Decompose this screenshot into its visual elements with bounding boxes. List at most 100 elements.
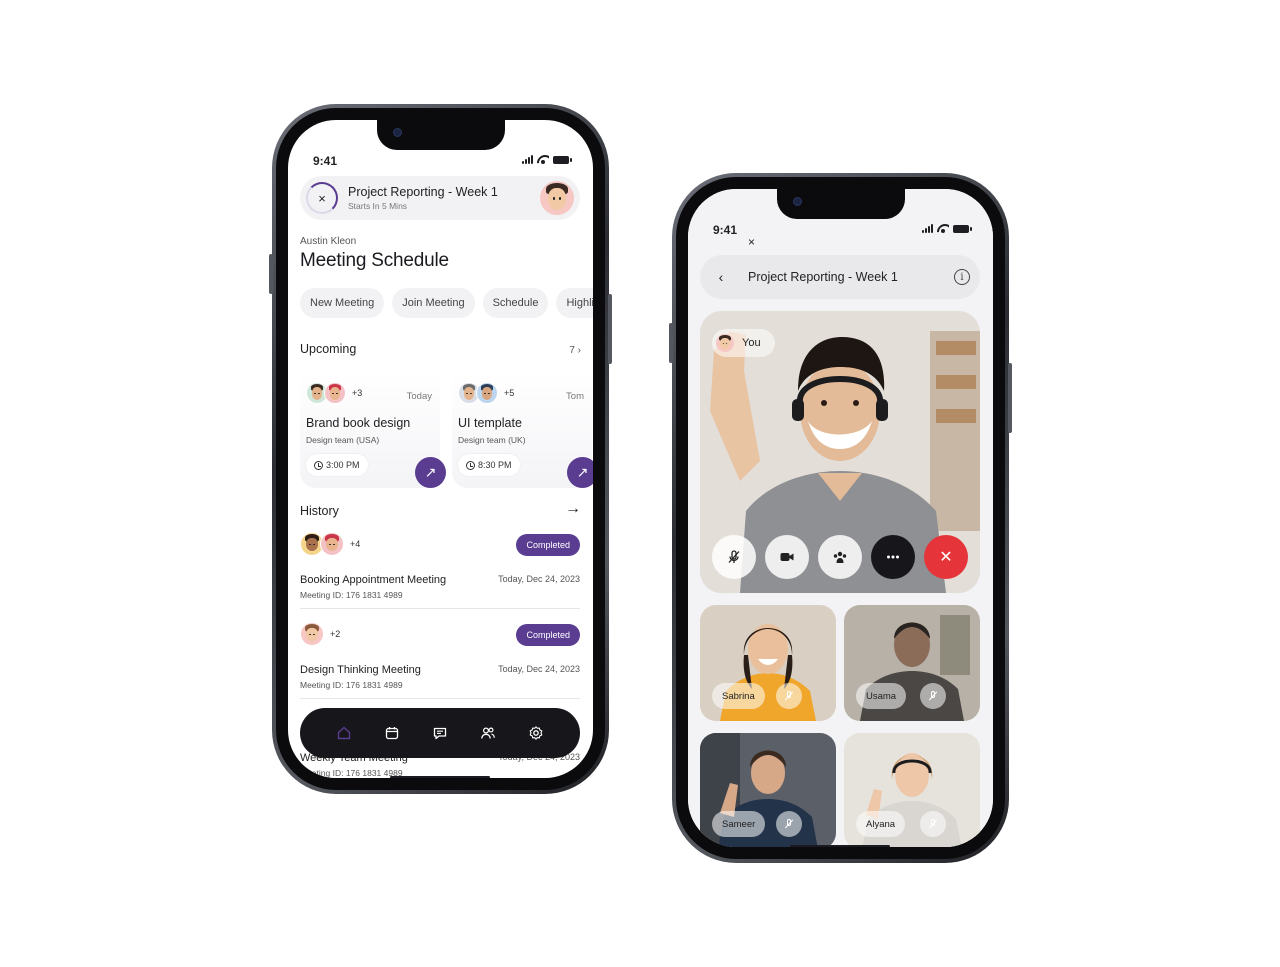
mic-off-icon <box>920 683 946 709</box>
participant-name: Sabrina <box>712 683 765 709</box>
schedule-screen: 9:41 × Project Reporting - Week 1 Starts… <box>288 120 593 778</box>
extra-participants: +2 <box>330 629 341 639</box>
participant-avatar <box>324 382 346 404</box>
meeting-card[interactable]: +3 Today Brand book design Design team (… <box>300 370 446 488</box>
participant-name: Alyana <box>856 811 906 837</box>
call-controls: ✕ <box>712 535 968 579</box>
participant-avatar <box>300 622 324 646</box>
join-meeting-chip[interactable]: Join Meeting <box>392 288 475 318</box>
participant-name: Sameer <box>712 811 766 837</box>
settings-icon[interactable] <box>526 723 546 743</box>
back-icon[interactable]: ‹ <box>710 266 732 288</box>
meeting-title: Brand book design <box>306 416 411 430</box>
extra-participants: +3 <box>352 388 363 398</box>
upcoming-title: Upcoming <box>300 342 357 356</box>
status-time: 9:41 <box>313 154 338 168</box>
status-time: 9:41 <box>713 223 738 237</box>
page-title: Meeting Schedule <box>300 250 449 271</box>
participant-avatar <box>320 532 344 556</box>
info-icon[interactable]: i <box>954 269 970 285</box>
power-button <box>1008 363 1012 433</box>
volume-button <box>669 323 673 363</box>
meeting-time-text: 3:00 PM <box>326 460 360 470</box>
call-title: Project Reporting - Week 1 <box>748 270 898 284</box>
close-icon[interactable]: × <box>306 182 338 214</box>
meeting-card[interactable]: +5 Tom UI template Design team (UK) 8:30… <box>452 370 593 488</box>
meeting-time-text: 8:30 PM <box>478 460 512 470</box>
history-item[interactable]: +2 Completed Design Thinking Meeting Tod… <box>300 622 580 692</box>
wifi-icon <box>537 155 549 164</box>
participant-tile[interactable]: Sameer <box>700 733 836 847</box>
participant-name: Usama <box>856 683 907 709</box>
mic-off-icon <box>776 683 802 709</box>
schedule-chip[interactable]: Schedule <box>482 288 549 318</box>
open-arrow-icon[interactable]: ↗ <box>567 457 593 488</box>
extra-participants: +4 <box>350 539 361 549</box>
participant-tile[interactable]: Alyana <box>844 733 980 847</box>
meeting-day: Tom <box>566 391 584 402</box>
more-options-button[interactable] <box>871 535 915 579</box>
divider <box>300 608 580 609</box>
history-arrow-icon[interactable]: → <box>565 500 581 518</box>
self-name: You <box>742 337 761 349</box>
meeting-day: Today <box>406 391 432 402</box>
camera-button[interactable] <box>765 535 809 579</box>
host-avatar[interactable] <box>540 181 574 215</box>
mute-mic-button[interactable] <box>712 535 756 579</box>
mic-off-icon <box>920 811 946 837</box>
clock-icon <box>314 460 323 470</box>
status-badge: Completed <box>516 534 580 556</box>
chat-icon[interactable] <box>430 723 450 743</box>
history-date: Today, Dec 24, 2023 <box>498 574 580 584</box>
calendar-icon[interactable] <box>382 723 402 743</box>
status-badge: Completed <box>516 624 580 646</box>
call-header: ‹ Project Reporting - Week 1 i <box>700 255 980 299</box>
banner-subtitle: Starts In 5 Mins <box>348 201 408 211</box>
new-meeting-chip[interactable]: New Meeting <box>300 288 385 318</box>
upcoming-count[interactable]: 7 › <box>569 345 581 356</box>
participants-icon <box>833 551 847 563</box>
mic-off-icon <box>776 811 802 837</box>
self-avatar <box>716 334 734 352</box>
history-date: Today, Dec 24, 2023 <box>498 664 580 674</box>
phone-bezel: 9:41 × Project Reporting - Week 1 Starts… <box>276 108 605 790</box>
wifi-icon <box>937 224 949 233</box>
end-call-button[interactable]: ✕ <box>924 535 968 579</box>
signal-icon <box>922 224 933 233</box>
call-screen: 9:41 × ‹ Project Reporting - Week 1 i Yo… <box>688 189 993 847</box>
notch <box>776 189 905 219</box>
clock-icon <box>466 460 475 470</box>
meeting-id: Meeting ID: 176 1831 4989 <box>300 590 403 600</box>
meeting-title: UI template <box>458 416 522 430</box>
call-phone: 9:41 × ‹ Project Reporting - Week 1 i Yo… <box>669 173 1012 863</box>
upcoming-meeting-banner[interactable]: × Project Reporting - Week 1 Starts In 5… <box>300 176 580 220</box>
participants-button[interactable] <box>818 535 862 579</box>
status-bar: 9:41 <box>288 148 593 168</box>
highlights-chip[interactable]: Highlig <box>556 288 593 318</box>
owner-name: Austin Kleon <box>300 236 357 247</box>
history-title: History <box>300 504 339 518</box>
meeting-team: Design team (UK) <box>458 435 526 445</box>
users-icon[interactable] <box>478 723 498 743</box>
upcoming-cards: +3 Today Brand book design Design team (… <box>300 370 593 488</box>
open-arrow-icon[interactable]: ↗ <box>415 457 446 488</box>
participant-tile[interactable]: Sabrina <box>700 605 836 721</box>
close-icon[interactable]: × <box>748 235 755 249</box>
schedule-phone: 9:41 × Project Reporting - Week 1 Starts… <box>269 104 612 794</box>
meeting-id: Meeting ID: 176 1831 4989 <box>300 680 403 690</box>
participant-tile[interactable]: Usama <box>844 605 980 721</box>
self-video[interactable]: You ✕ <box>700 311 980 593</box>
bottom-nav <box>300 708 580 758</box>
meeting-id: Meeting ID: 176 1831 4989 <box>300 768 403 778</box>
camera <box>792 197 802 206</box>
home-indicator[interactable] <box>790 845 890 847</box>
home-icon[interactable] <box>334 723 354 743</box>
notch <box>376 120 505 150</box>
banner-title: Project Reporting - Week 1 <box>348 185 498 199</box>
home-indicator[interactable] <box>390 776 490 778</box>
history-item[interactable]: +4 Completed Booking Appointment Meeting… <box>300 532 580 602</box>
divider <box>300 698 580 699</box>
volume-button <box>269 254 273 294</box>
status-bar: 9:41 <box>688 217 993 237</box>
power-button <box>608 294 612 364</box>
